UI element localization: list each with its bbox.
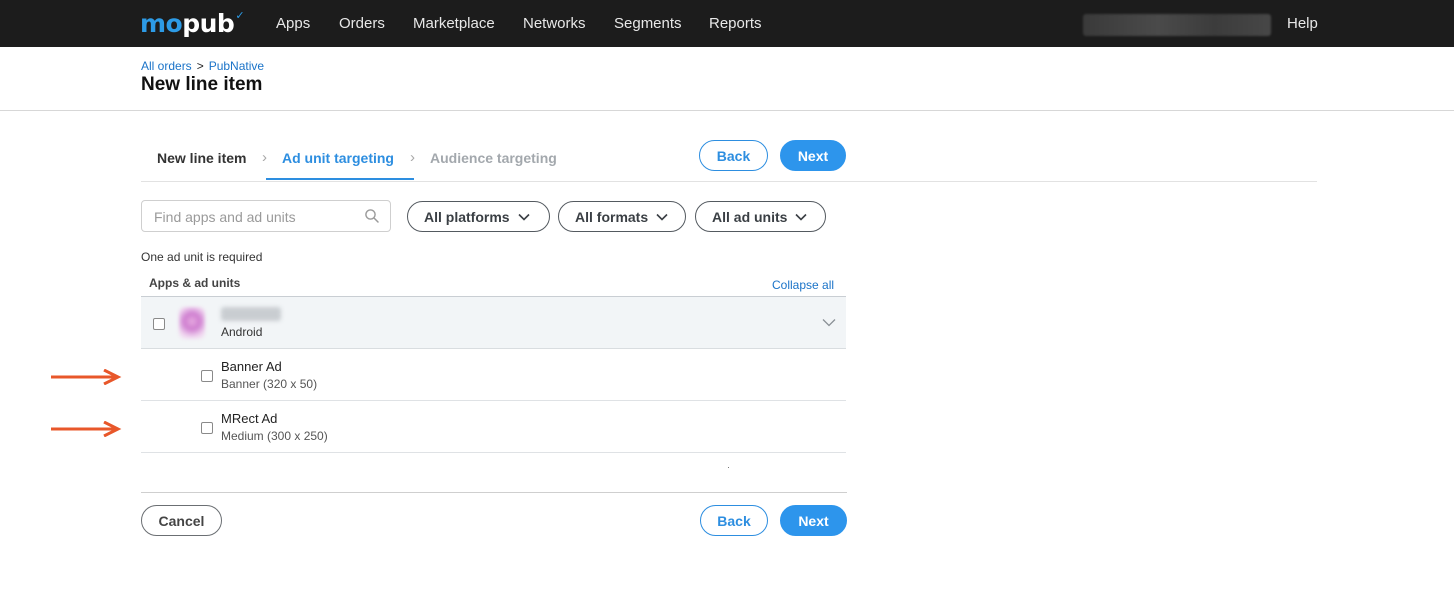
logo-text-pub: pub bbox=[182, 9, 235, 38]
search-field bbox=[141, 200, 391, 232]
step-audience-targeting[interactable]: Audience targeting bbox=[430, 150, 557, 167]
bird-icon: ✓ bbox=[235, 9, 245, 22]
stray-dot bbox=[728, 467, 729, 468]
chevron-down-icon bbox=[518, 213, 530, 221]
platforms-filter-dropdown[interactable]: All platforms bbox=[407, 201, 550, 232]
search-input[interactable] bbox=[154, 208, 359, 226]
back-button-bottom[interactable]: Back bbox=[700, 505, 768, 536]
next-button-bottom[interactable]: Next bbox=[780, 505, 847, 536]
page-title: New line item bbox=[141, 74, 263, 95]
breadcrumb-separator: > bbox=[196, 59, 204, 73]
ad-units-filter-dropdown[interactable]: All ad units bbox=[695, 201, 826, 232]
chevron-right-icon: › bbox=[410, 149, 415, 166]
cancel-button[interactable]: Cancel bbox=[141, 505, 222, 536]
active-step-indicator bbox=[266, 178, 414, 180]
ad-unit-row[interactable]: Banner Ad Banner (320 x 50) bbox=[141, 349, 846, 401]
header-divider bbox=[0, 110, 1454, 111]
search-icon[interactable] bbox=[364, 208, 380, 224]
app-checkbox[interactable] bbox=[153, 318, 165, 330]
ad-unit-checkbox[interactable] bbox=[201, 422, 213, 434]
table-header-label: Apps & ad units bbox=[149, 276, 241, 290]
chevron-right-icon: › bbox=[262, 149, 267, 166]
ad-unit-name: Banner Ad bbox=[221, 359, 282, 374]
platforms-filter-label: All platforms bbox=[424, 208, 510, 225]
back-button-top[interactable]: Back bbox=[699, 140, 768, 171]
required-note: One ad unit is required bbox=[141, 250, 263, 264]
app-row[interactable]: Android bbox=[141, 297, 846, 349]
step-ad-unit-targeting[interactable]: Ad unit targeting bbox=[282, 150, 394, 167]
app-name-redacted bbox=[221, 307, 281, 321]
ad-unit-row[interactable]: MRect Ad Medium (300 x 250) bbox=[141, 401, 846, 453]
app-icon bbox=[179, 307, 205, 339]
next-button-top[interactable]: Next bbox=[780, 140, 846, 171]
ad-units-filter-label: All ad units bbox=[712, 208, 788, 225]
step-new-line-item[interactable]: New line item bbox=[157, 150, 246, 167]
ad-unit-format: Medium (300 x 250) bbox=[221, 429, 328, 443]
user-account-menu[interactable] bbox=[1083, 14, 1271, 36]
formats-filter-dropdown[interactable]: All formats bbox=[558, 201, 686, 232]
annotation-arrow-icon bbox=[51, 369, 122, 385]
stepper-divider bbox=[141, 181, 1317, 182]
logo-text-mo: mo bbox=[140, 9, 183, 38]
breadcrumb: All orders > PubNative bbox=[141, 59, 264, 74]
ad-unit-name: MRect Ad bbox=[221, 411, 278, 426]
breadcrumb-all-orders[interactable]: All orders bbox=[141, 59, 192, 73]
nav-item-marketplace[interactable]: Marketplace bbox=[413, 15, 495, 33]
nav-item-help[interactable]: Help bbox=[1287, 15, 1318, 33]
mopub-logo[interactable]: mo pub ✓ bbox=[140, 9, 245, 39]
chevron-down-icon[interactable] bbox=[822, 318, 836, 327]
nav-item-segments[interactable]: Segments bbox=[614, 15, 682, 33]
chevron-down-icon bbox=[795, 213, 808, 221]
app-platform: Android bbox=[221, 325, 263, 339]
nav-item-networks[interactable]: Networks bbox=[523, 15, 586, 33]
breadcrumb-pubnative[interactable]: PubNative bbox=[209, 59, 264, 73]
ad-unit-format: Banner (320 x 50) bbox=[221, 377, 318, 391]
collapse-all-link[interactable]: Collapse all bbox=[772, 278, 834, 292]
nav-item-apps[interactable]: Apps bbox=[276, 15, 310, 33]
top-navbar: mo pub ✓ Apps Orders Marketplace Networks … bbox=[0, 0, 1454, 47]
ad-unit-checkbox[interactable] bbox=[201, 370, 213, 382]
footer-divider bbox=[141, 492, 847, 493]
formats-filter-label: All formats bbox=[575, 208, 649, 225]
chevron-down-icon bbox=[656, 213, 668, 221]
nav-item-reports[interactable]: Reports bbox=[709, 15, 762, 33]
annotation-arrow-icon bbox=[51, 421, 122, 437]
nav-item-orders[interactable]: Orders bbox=[339, 15, 385, 33]
